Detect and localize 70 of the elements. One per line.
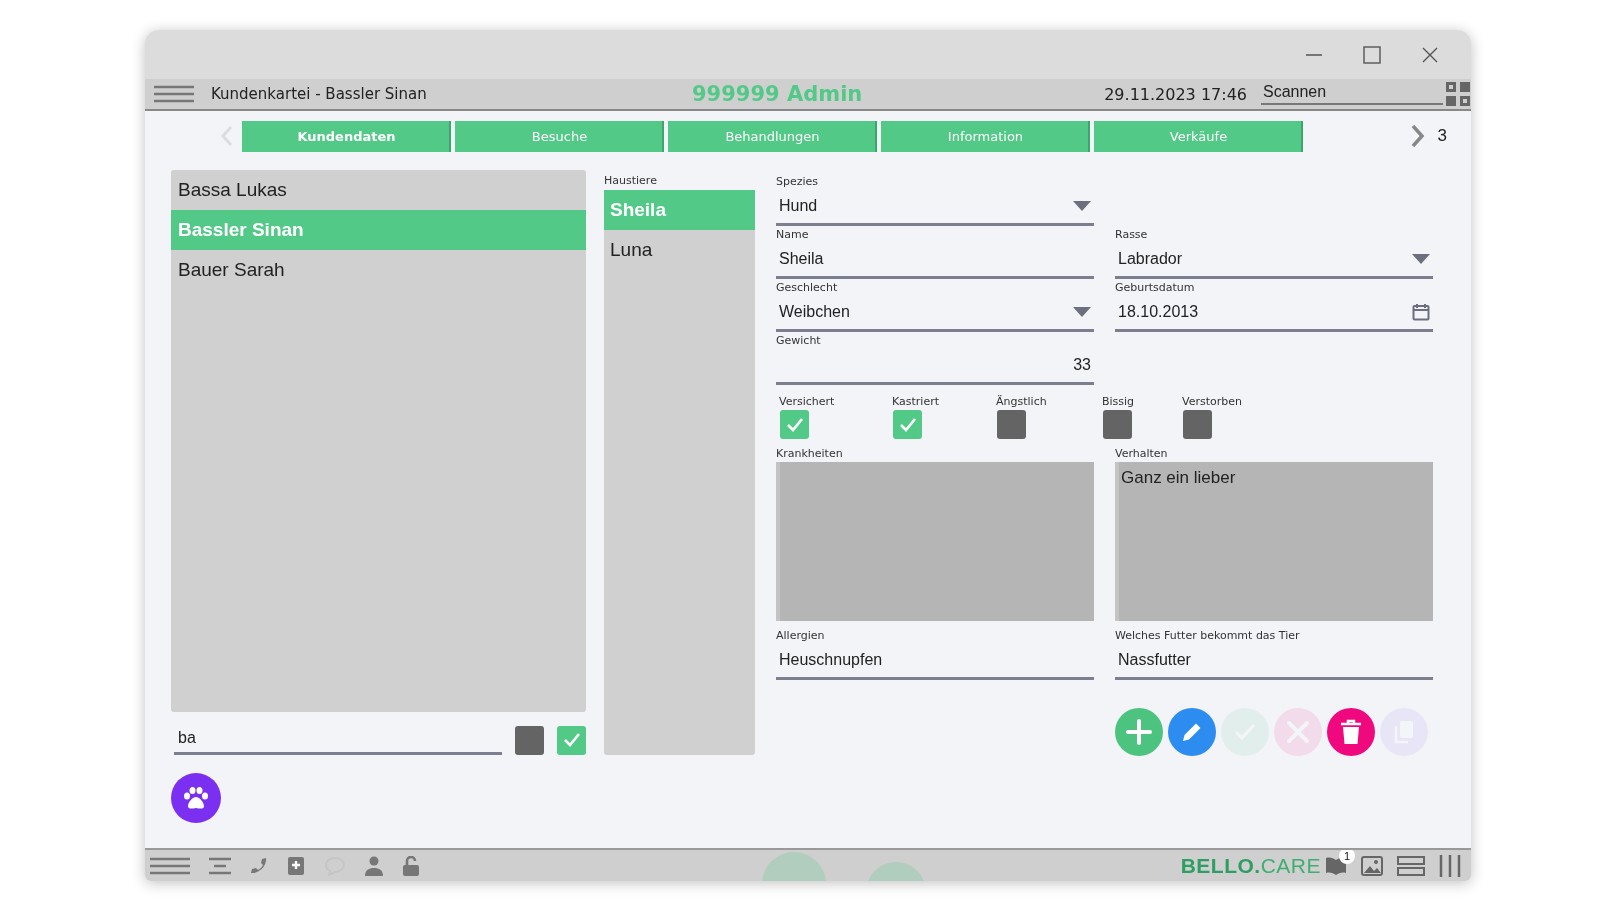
caret-icon: [1412, 253, 1430, 265]
pet-button[interactable]: [171, 773, 221, 823]
scan-field[interactable]: Scannen: [1261, 83, 1443, 105]
pet-item[interactable]: Luna: [604, 230, 755, 270]
collapse-icon[interactable]: [209, 856, 231, 875]
page-number: 3: [1437, 126, 1447, 146]
date-field[interactable]: 18.10.2013: [1115, 295, 1433, 332]
trash-icon: [1340, 719, 1362, 745]
search-field[interactable]: ba: [174, 725, 502, 755]
unlock-icon[interactable]: [402, 855, 420, 876]
rows-icon[interactable]: [1397, 855, 1425, 876]
checkbox[interactable]: [893, 410, 922, 439]
checkbox-label: Kastriert: [892, 395, 939, 409]
calendar-icon: [1412, 303, 1430, 321]
caret-icon: [1073, 200, 1091, 212]
next-icon[interactable]: [1409, 124, 1426, 148]
image-icon[interactable]: [1361, 855, 1383, 876]
field-label: Spezies: [776, 175, 819, 189]
field-label: Krankheiten: [776, 447, 843, 461]
checkbox[interactable]: [515, 725, 544, 755]
delete-button[interactable]: [1327, 708, 1375, 756]
dropdown-field[interactable]: Hund: [776, 189, 1094, 226]
field-label: Rasse: [1115, 228, 1148, 242]
paw-icon: [183, 786, 209, 810]
close-icon: [1286, 720, 1310, 744]
add-button[interactable]: [1115, 708, 1163, 756]
input-field[interactable]: Sheila: [776, 242, 1094, 279]
input-field[interactable]: Nassfutter: [1115, 643, 1433, 680]
user-label: 999999 Admin: [692, 82, 863, 106]
field-label: Allergien: [776, 629, 825, 643]
medical-book-icon[interactable]: [287, 855, 305, 876]
text-area[interactable]: Ganz ein lieber: [1115, 462, 1433, 621]
checkbox[interactable]: [1183, 410, 1212, 439]
checkbox-label: Versichert: [779, 395, 835, 409]
field-label: Gewicht: [776, 334, 821, 348]
checkbox[interactable]: [780, 410, 809, 439]
checkbox-label: Bissig: [1102, 395, 1135, 409]
field-label: Name: [776, 228, 809, 242]
field-label: Verhalten: [1115, 447, 1168, 461]
close-icon[interactable]: [1421, 45, 1439, 64]
plus-icon: [1126, 719, 1152, 745]
field-label: Geschlecht: [776, 281, 838, 295]
input-field[interactable]: Heuschnupfen: [776, 643, 1094, 680]
maximize-icon[interactable]: [1363, 45, 1381, 64]
dropdown-field[interactable]: Labrador: [1115, 242, 1433, 279]
logo: BELLO.CARE: [1180, 853, 1321, 878]
menu-icon[interactable]: [150, 856, 190, 875]
field-label: Haustiere: [604, 174, 657, 188]
caret-icon: [1073, 306, 1091, 318]
checkbox-label: Verstorben: [1182, 395, 1242, 409]
person-icon[interactable]: [365, 855, 383, 876]
book-icon[interactable]: [1325, 855, 1347, 876]
menu-icon[interactable]: [154, 85, 194, 103]
grid-icon[interactable]: [1445, 81, 1471, 107]
window-title: Kundenkartei - Bassler Sinan: [211, 85, 427, 103]
input-field[interactable]: 33: [776, 348, 1094, 385]
customer-item[interactable]: Bassa Lukas: [171, 170, 586, 210]
columns-icon[interactable]: [1439, 854, 1461, 877]
date-time: 29.11.2023 17:46: [1104, 84, 1247, 104]
edit-button[interactable]: [1168, 708, 1216, 756]
dropdown-field[interactable]: Weibchen: [776, 295, 1094, 332]
field-label: Welches Futter bekommt das Tier: [1115, 629, 1300, 643]
customer-item[interactable]: Bauer Sarah: [171, 250, 586, 290]
checkbox[interactable]: [557, 725, 586, 755]
checkbox[interactable]: [997, 410, 1026, 439]
checkbox[interactable]: [1103, 410, 1132, 439]
notification-badge: 1: [1339, 850, 1355, 864]
checkbox-label: Ängstlich: [996, 395, 1047, 409]
field-label: Geburtsdatum: [1115, 281, 1195, 295]
phone-icon[interactable]: [250, 856, 268, 875]
